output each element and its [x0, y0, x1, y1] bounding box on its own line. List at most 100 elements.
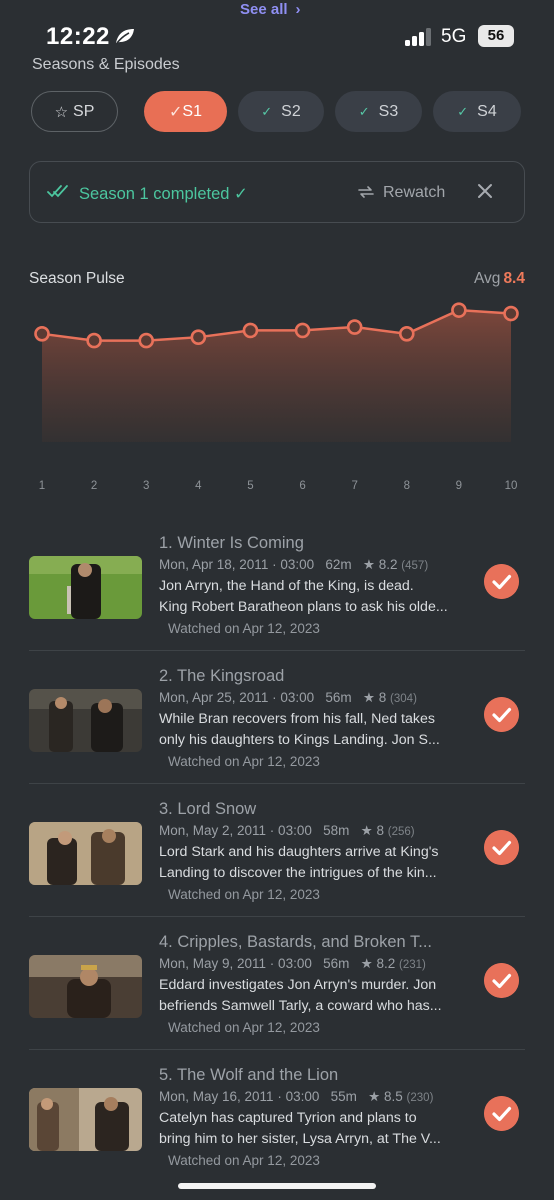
chevron-right-icon: › — [295, 1, 301, 18]
divider — [29, 916, 525, 917]
season-completed-card: Season 1 completed ✓ Rewatch — [29, 161, 525, 223]
chart-point-ep-1[interactable] — [34, 326, 50, 342]
close-icon[interactable] — [476, 182, 494, 200]
episode-votes: (457) — [401, 560, 429, 572]
episode-rating: ★ 8.5 — [368, 1089, 403, 1104]
chart-tick-label: 8 — [404, 480, 410, 492]
episode-thumbnail[interactable] — [29, 822, 142, 885]
season-pulse-title: Season Pulse — [29, 270, 125, 287]
chart-point-ep-8[interactable] — [398, 326, 415, 342]
watched-check-icon[interactable] — [484, 697, 519, 732]
season-pulse-chart: 1 2 3 4 5 6 7 8 9 10 — [34, 302, 519, 492]
chart-point-ep-9[interactable] — [451, 302, 467, 318]
episode-runtime: 58m — [323, 823, 350, 838]
watched-date: Watched on Apr 12, 2023 — [168, 754, 320, 769]
season-chip-s1[interactable]: ✓ S1 — [144, 91, 227, 132]
battery-level: 56 — [487, 27, 505, 44]
watched-date: Watched on Apr 12, 2023 — [168, 1153, 320, 1168]
episode-thumbnail[interactable] — [29, 1088, 142, 1151]
episode-title[interactable]: 1. Winter Is Coming — [159, 534, 304, 553]
see-all-link[interactable]: See all › — [240, 1, 301, 18]
episode-runtime: 55m — [330, 1089, 357, 1104]
episode-votes: (256) — [387, 826, 415, 838]
episode-meta: Mon, May 9, 2011 · 03:00 56m ★ 8.2 (231) — [159, 956, 426, 972]
episode-votes: (304) — [390, 693, 417, 705]
watched-check-icon[interactable] — [484, 830, 519, 865]
chart-tick-label: 1 — [39, 480, 45, 492]
episode-air-date: Mon, May 16, 2011 · 03:00 — [159, 1089, 320, 1104]
check-icon: ✓ — [457, 103, 469, 119]
episode-item-1[interactable]: 1. Winter Is Coming Mon, Apr 18, 2011 · … — [29, 534, 525, 667]
description-line: Landing to discover the intrigues of the… — [159, 865, 437, 881]
chart-point-ep-3[interactable] — [138, 332, 155, 349]
season-chip-sp[interactable]: ☆ SP — [31, 91, 118, 132]
rewatch-icon[interactable] — [357, 183, 375, 201]
episode-title[interactable]: 4. Cripples, Bastards, and Broken T... — [159, 933, 432, 952]
episode-votes: (231) — [399, 959, 426, 971]
section-title: Seasons & Episodes — [32, 56, 180, 73]
watched-check-icon[interactable] — [484, 963, 519, 998]
chart-tick-label: 2 — [91, 480, 97, 492]
episode-description: Jon Arryn, the Hand of the King, is dead… — [159, 576, 471, 618]
chart-point-ep-6[interactable] — [294, 322, 311, 339]
season-chip-s4[interactable]: ✓ S4 — [433, 91, 521, 132]
episode-air-date: Mon, Apr 18, 2011 · 03:00 — [159, 557, 315, 572]
chart-tick-label: 4 — [195, 480, 202, 492]
divider — [29, 783, 525, 784]
episode-item-2[interactable]: 2. The Kingsroad Mon, Apr 25, 2011 · 03:… — [29, 667, 525, 800]
episode-meta: Mon, May 2, 2011 · 03:00 58m ★ 8 (256) — [159, 823, 415, 839]
watched-check-icon[interactable] — [484, 1096, 519, 1131]
chart-tick-label: 6 — [299, 480, 305, 492]
description-line: Catelyn has captured Tyrion and plans to — [159, 1110, 417, 1126]
season-pulse-average: Avg 8.4 — [474, 270, 525, 288]
description-line: While Bran recovers from his fall, Ned t… — [159, 711, 435, 727]
episode-title[interactable]: 5. The Wolf and the Lion — [159, 1066, 338, 1085]
chart-point-ep-7[interactable] — [346, 319, 363, 335]
season-chip-s2[interactable]: ✓ S2 — [238, 91, 324, 132]
episode-rating: ★ 8.2 — [362, 557, 398, 572]
watched-check-icon[interactable] — [484, 564, 519, 599]
season-chip-label: S3 — [378, 102, 399, 120]
description-line: Lord Stark and his daughters arrive at K… — [159, 844, 439, 860]
chart-tick-label: 3 — [143, 480, 149, 492]
episode-meta: Mon, Apr 25, 2011 · 03:00 56m ★ 8 (304) — [159, 690, 417, 706]
episode-rating: ★ 8.2 — [360, 956, 396, 971]
chart-tick-label: 5 — [247, 480, 253, 492]
episode-thumbnail[interactable] — [29, 556, 142, 619]
episode-description: While Bran recovers from his fall, Ned t… — [159, 709, 471, 751]
description-line: befriends Samwell Tarly, a coward who ha… — [159, 998, 442, 1014]
watched-date: Watched on Apr 12, 2023 — [168, 621, 320, 636]
season-chip-s3[interactable]: ✓ S3 — [335, 91, 422, 132]
episode-votes: (230) — [406, 1092, 434, 1104]
average-value: 8.4 — [503, 270, 525, 287]
episode-item-3[interactable]: 3. Lord Snow Mon, May 2, 2011 · 03:00 58… — [29, 800, 525, 933]
episode-title[interactable]: 2. The Kingsroad — [159, 667, 284, 686]
episode-title[interactable]: 3. Lord Snow — [159, 800, 256, 819]
home-indicator[interactable] — [178, 1183, 376, 1189]
chart-point-ep-4[interactable] — [190, 329, 207, 345]
divider — [29, 650, 525, 651]
signal-icon — [405, 28, 433, 46]
season-completed-text: Season 1 completed ✓ — [79, 185, 248, 203]
season-chip-label: SP — [73, 102, 95, 120]
episode-runtime: 56m — [323, 956, 350, 971]
see-all-label[interactable]: See all — [240, 1, 288, 18]
average-label: Avg — [474, 270, 501, 287]
double-check-icon — [47, 185, 68, 198]
episode-item-4[interactable]: 4. Cripples, Bastards, and Broken T... M… — [29, 933, 525, 1066]
episode-thumbnail[interactable] — [29, 955, 142, 1018]
episode-description: Lord Stark and his daughters arrive at K… — [159, 842, 471, 884]
episode-thumbnail[interactable] — [29, 689, 142, 752]
episode-description: Eddard investigates Jon Arryn's murder. … — [159, 975, 471, 1017]
battery-icon: 56 — [478, 25, 514, 47]
episode-item-5[interactable]: 5. The Wolf and the Lion Mon, May 16, 20… — [29, 1066, 525, 1199]
description-line: Eddard investigates Jon Arryn's murder. … — [159, 977, 437, 993]
description-line: bring him to her sister, Lysa Arryn, at … — [159, 1131, 441, 1147]
star-outline-icon: ☆ — [54, 103, 69, 121]
chart-point-ep-2[interactable] — [86, 332, 102, 349]
chart-tick-label: 10 — [505, 480, 518, 492]
chart-point-ep-10[interactable] — [503, 305, 519, 322]
chart-point-ep-5[interactable] — [242, 322, 259, 339]
rewatch-button[interactable]: Rewatch — [383, 184, 445, 202]
episode-runtime: 56m — [325, 690, 352, 705]
